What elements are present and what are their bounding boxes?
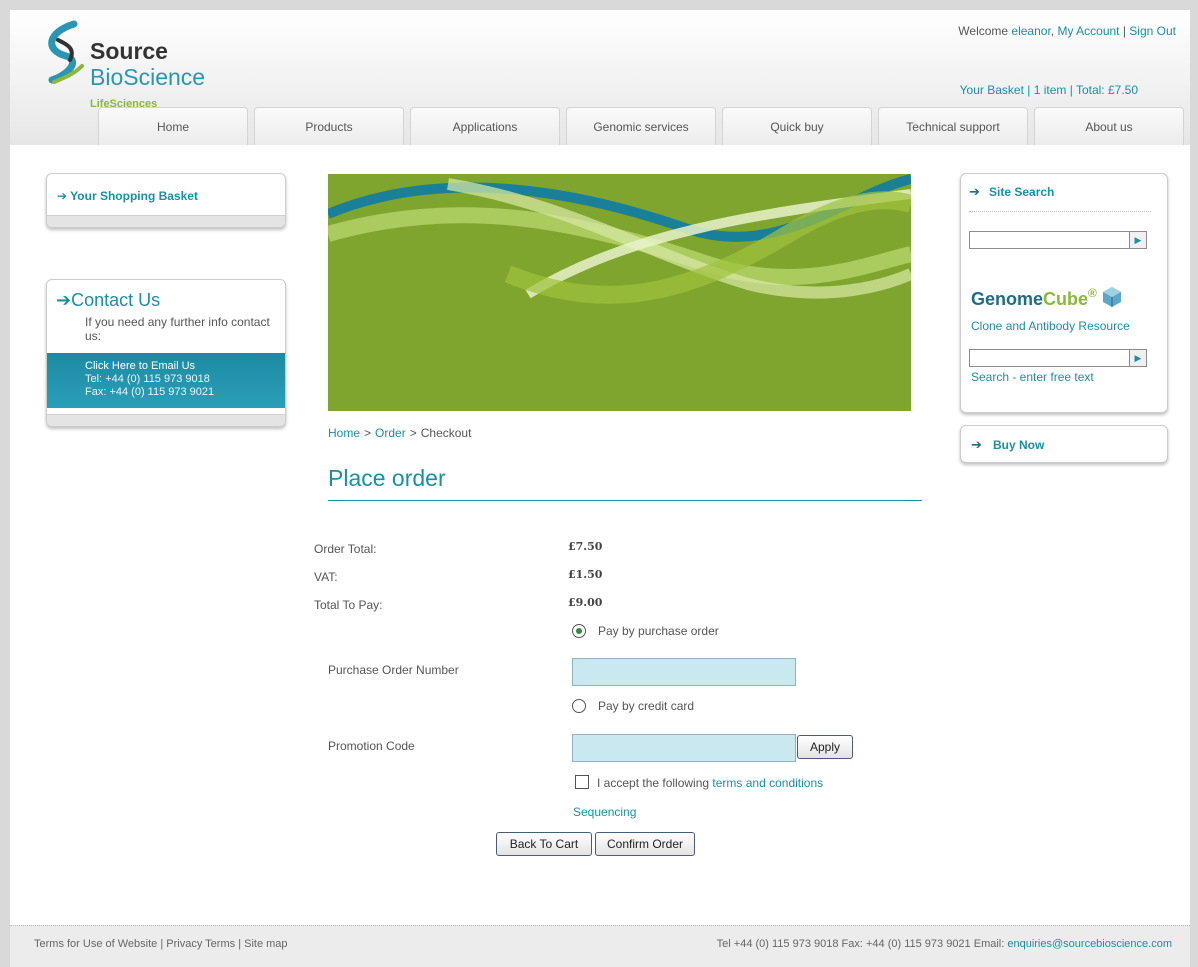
logo-swoosh-icon <box>48 20 84 84</box>
back-to-cart-button[interactable]: Back To Cart <box>496 832 592 856</box>
footer-email-link[interactable]: enquiries@sourcebioscience.com <box>1007 938 1172 950</box>
total-to-pay-value: £9.00 <box>568 596 603 609</box>
my-account-link[interactable]: My Account <box>1057 24 1119 38</box>
apply-button[interactable]: Apply <box>797 735 853 759</box>
total-to-pay-label: Total To Pay: <box>314 598 383 612</box>
welcome-bar: Welcome eleanor, My Account | Sign Out <box>958 24 1176 38</box>
site-search-box: ➔ Site Search ▶ GenomeCube® Clone and An… <box>960 173 1168 413</box>
promo-code-label: Promotion Code <box>328 739 415 753</box>
box-footer <box>47 215 285 227</box>
pay-by-cc-radio[interactable] <box>572 699 586 713</box>
order-total-value: £7.50 <box>568 540 603 553</box>
page: Source BioScience LifeSciences Welcome e… <box>10 10 1190 967</box>
site-search-title: Site Search <box>989 185 1055 199</box>
pay-by-cc-label: Pay by credit card <box>598 699 695 713</box>
pay-by-po-label: Pay by purchase order <box>598 624 719 638</box>
breadcrumb: Home > Order > Checkout <box>328 426 471 440</box>
header: Source BioScience LifeSciences Welcome e… <box>10 10 1190 145</box>
terms-of-use-link[interactable]: Terms for Use of Website <box>34 938 157 950</box>
contact-us-title: ➔Contact Us <box>56 290 161 310</box>
separator: | <box>1119 24 1130 38</box>
arrow-right-icon: ➔ <box>971 437 982 452</box>
main-nav: Home Products Applications Genomic servi… <box>98 107 1184 145</box>
po-number-label: Purchase Order Number <box>328 663 459 677</box>
buy-now-link[interactable]: Buy Now <box>993 438 1044 452</box>
arrow-right-icon: ➔ <box>969 184 980 199</box>
confirm-order-button[interactable]: Confirm Order <box>595 832 695 856</box>
terms-link[interactable]: terms and conditions <box>712 776 823 790</box>
site-map-link[interactable]: Site map <box>244 938 287 950</box>
sequencing-link[interactable]: Sequencing <box>573 805 636 819</box>
breadcrumb-order[interactable]: Order <box>375 426 406 440</box>
cube-icon <box>1102 287 1121 307</box>
footer: Terms for Use of Website | Privacy Terms… <box>10 925 1190 967</box>
email-us-link[interactable]: Click Here to Email Us <box>85 360 195 372</box>
logo[interactable]: Source BioScience LifeSciences <box>40 20 240 110</box>
genomecube-search-input[interactable] <box>969 349 1147 367</box>
contact-description: If you need any further info contact us: <box>85 315 270 343</box>
breadcrumb-sep: > <box>364 426 372 440</box>
genomecube-search-go-icon[interactable]: ▶ <box>1129 349 1147 367</box>
site-search-input[interactable] <box>969 231 1147 249</box>
site-search-go-icon[interactable]: ▶ <box>1129 231 1147 249</box>
vat-label: VAT: <box>314 570 338 584</box>
page-title: Place order <box>328 465 446 491</box>
order-total-label: Order Total: <box>314 542 377 556</box>
accept-terms-text: I accept the following terms and conditi… <box>597 776 824 790</box>
nav-tab-about-us[interactable]: About us <box>1034 107 1184 145</box>
pay-by-po-radio[interactable] <box>572 624 586 638</box>
genomecube-search-hint: Search - enter free text <box>971 370 1094 384</box>
title-divider <box>328 500 922 501</box>
breadcrumb-sep: > <box>409 426 417 440</box>
footer-links: Terms for Use of Website | Privacy Terms… <box>34 938 288 950</box>
basket-summary-link[interactable]: Your Basket | 1 item | Total: £7.50 <box>960 83 1138 97</box>
footer-contact-text: Tel +44 (0) 115 973 9018 Fax: +44 (0) 11… <box>716 938 1008 950</box>
promo-code-input[interactable] <box>572 734 796 762</box>
shopping-basket-title[interactable]: ➔ Your Shopping Basket <box>57 189 198 203</box>
contact-us-box: ➔Contact Us If you need any further info… <box>46 279 286 427</box>
box-footer <box>47 414 285 426</box>
privacy-terms-link[interactable]: Privacy Terms <box>166 938 235 950</box>
sign-out-link[interactable]: Sign Out <box>1129 24 1176 38</box>
welcome-text: Welcome <box>958 24 1012 38</box>
pay-by-po-option[interactable]: Pay by purchase order <box>572 624 719 638</box>
arrow-right-icon: ➔ <box>56 290 72 310</box>
nav-tab-quick-buy[interactable]: Quick buy <box>722 107 872 145</box>
accept-terms-checkbox[interactable] <box>575 775 589 789</box>
po-number-input[interactable] <box>572 658 796 686</box>
logo-text-bioscience: BioScience <box>90 64 206 90</box>
nav-tab-applications[interactable]: Applications <box>410 107 560 145</box>
pay-by-cc-option[interactable]: Pay by credit card <box>572 699 694 713</box>
footer-contact: Tel +44 (0) 115 973 9018 Fax: +44 (0) 11… <box>717 938 1172 950</box>
logo-text-source: Source <box>90 38 168 64</box>
username-link[interactable]: eleanor <box>1011 24 1050 38</box>
nav-tab-technical-support[interactable]: Technical support <box>878 107 1028 145</box>
separator: | <box>157 938 167 950</box>
vat-value: £1.50 <box>568 568 603 581</box>
genomecube-subtitle-link[interactable]: Clone and Antibody Resource <box>971 319 1130 333</box>
banner-waves-graphic <box>328 174 911 411</box>
arrow-right-icon: ➔ <box>57 189 71 203</box>
divider <box>969 211 1151 212</box>
separator: | <box>235 938 245 950</box>
breadcrumb-current: Checkout <box>420 426 472 440</box>
genomecube-logo: GenomeCube® <box>971 286 1122 310</box>
buy-now-box[interactable]: ➔ Buy Now <box>960 425 1168 463</box>
nav-tab-home[interactable]: Home <box>98 107 248 145</box>
hero-banner <box>328 174 911 411</box>
contact-tel: Tel: +44 (0) 115 973 9018 <box>85 373 210 385</box>
nav-tab-genomic-services[interactable]: Genomic services <box>566 107 716 145</box>
contact-fax: Fax: +44 (0) 115 973 9021 <box>85 386 215 398</box>
contact-details: Click Here to Email Us Tel: +44 (0) 115 … <box>47 353 285 408</box>
shopping-basket-box[interactable]: ➔ Your Shopping Basket <box>46 173 286 228</box>
nav-tab-products[interactable]: Products <box>254 107 404 145</box>
breadcrumb-home[interactable]: Home <box>328 426 360 440</box>
